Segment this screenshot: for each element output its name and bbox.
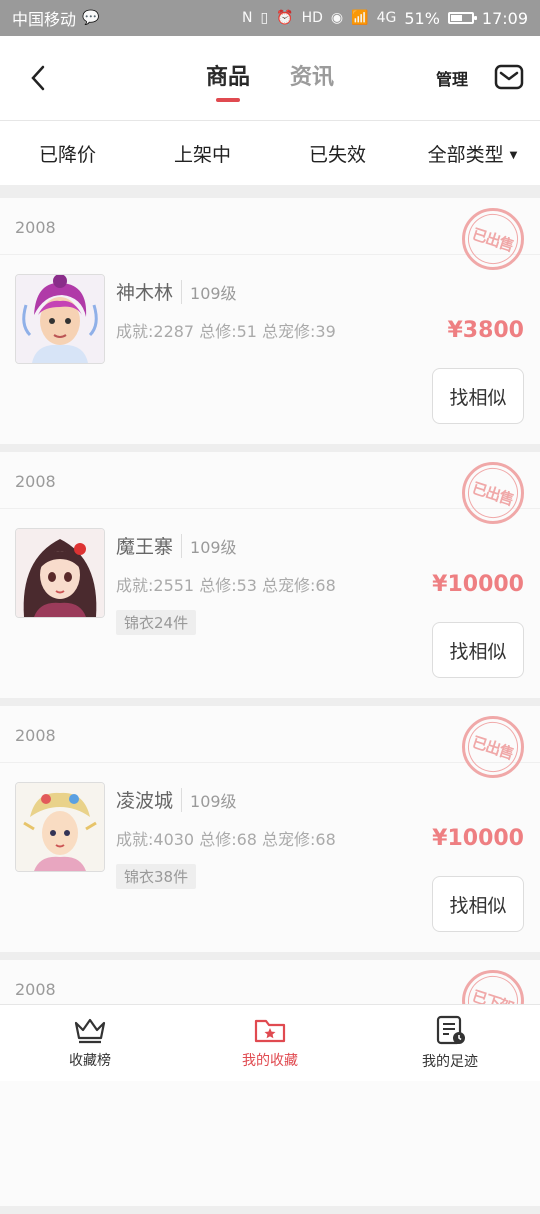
bottom-nav-my-favorites[interactable]: 我的收藏 [180,1005,360,1081]
top-nav-bar: 商品 资讯 管理 [0,36,540,121]
bottom-nav-my-history[interactable]: 我的足迹 [360,1005,540,1081]
card-header: 2008 已出售 [0,198,540,271]
folder-star-icon [254,1019,286,1043]
year-label: 2008 [15,472,56,491]
list-item[interactable]: 2008 已出售 魔王寨 109级 成就:2551 总修:53 总宠修:68 锦… [0,452,540,698]
message-button[interactable] [494,64,524,90]
filter-expired[interactable]: 已失效 [270,140,405,167]
network-type-label: 4G [376,10,397,26]
year-label: 2008 [15,980,56,999]
server-name: 神木林 [116,282,174,304]
eye-icon: ◉ [330,10,344,26]
server-name: 凌波城 [116,790,174,812]
caret-down-icon: ▼ [509,149,518,161]
name-row: 凌波城 109级 [116,786,237,813]
outfit-count-badge: 锦衣24件 [116,610,197,635]
status-right: N ▯ ⏰ HD ◉ 📶 4G 51% 17:09 [242,9,528,28]
filter-all-types[interactable]: 全部类型 ▼ [405,140,540,167]
sold-stamp: 已出售 [461,715,525,779]
list-item[interactable]: 2008 已下架 [0,960,540,1206]
filter-on-sale[interactable]: 上架中 [135,140,270,167]
vibrate-icon: ▯ [260,10,269,26]
clock: 17:09 [481,8,528,28]
stats-text: 成就:4030 总修:68 总宠修:68 [116,830,336,849]
wechat-icon: 💬 [82,10,100,26]
find-similar-button[interactable]: 找相似 [432,368,524,424]
stamp-text: 已出售 [461,715,525,779]
character-portrait-icon [16,783,104,871]
list-item[interactable]: 2008 已出售 神木林 109级 成就:2287 总修:51 总宠修:39 ¥… [0,198,540,444]
price-label: ¥10000 [432,826,524,851]
status-bar: 中国移动 💬 N ▯ ⏰ HD ◉ 📶 4G 51% 17:09 [0,0,540,36]
tab-news[interactable]: 资讯 [290,36,334,120]
alarm-icon: ⏰ [276,10,294,26]
filter-bar: 已降价 上架中 已失效 全部类型 ▼ [0,121,540,185]
character-avatar[interactable] [15,274,105,364]
outfit-count-badge: 锦衣38件 [116,864,197,889]
history-icon [436,1015,465,1045]
bottom-nav: 收藏榜 我的收藏 我的足迹 [0,1004,540,1081]
stats-text: 成就:2287 总修:51 总宠修:39 [116,322,336,341]
stats-text: 成就:2551 总修:53 总宠修:68 [116,576,336,595]
carrier-label: 中国移动 [12,10,77,29]
year-label: 2008 [15,726,56,745]
filter-all-types-label: 全部类型 [427,143,504,166]
wifi-icon: 📶 [351,10,369,26]
character-portrait-icon [16,275,104,363]
year-label: 2008 [15,218,56,237]
level-label: 109级 [181,787,237,812]
sold-stamp: 已出售 [461,207,525,271]
list-item[interactable]: 2008 已出售 凌波城 109级 成就:4030 总修:68 总宠修:68 锦… [0,706,540,952]
level-label: 109级 [181,533,237,558]
crown-icon [74,1018,106,1044]
mail-icon [494,64,524,90]
filter-price-dropped[interactable]: 已降价 [0,140,135,167]
character-avatar[interactable] [15,528,105,618]
tab-goods[interactable]: 商品 [206,36,250,120]
level-label: 109级 [181,279,237,304]
server-name: 魔王寨 [116,536,174,558]
battery-percent: 51% [404,8,440,28]
sold-stamp: 已出售 [461,461,525,525]
stamp-text: 已出售 [461,207,525,271]
bottom-nav-label: 我的收藏 [242,1053,298,1069]
manage-button[interactable]: 管理 [436,66,468,90]
battery-icon [447,12,477,24]
bottom-nav-label: 我的足迹 [422,1054,478,1070]
price-label: ¥3800 [447,318,524,343]
name-row: 神木林 109级 [116,278,237,305]
nfc-icon: N [241,10,253,26]
status-left: 中国移动 💬 [12,6,99,30]
card-header: 2008 已出售 [0,452,540,525]
hd-icon: HD [301,10,323,26]
character-portrait-icon [16,529,104,617]
stamp-text: 已出售 [461,461,525,525]
card-header: 2008 已出售 [0,706,540,779]
find-similar-button[interactable]: 找相似 [432,876,524,932]
name-row: 魔王寨 109级 [116,532,237,559]
bottom-nav-label: 收藏榜 [69,1053,111,1069]
price-label: ¥10000 [432,572,524,597]
find-similar-button[interactable]: 找相似 [432,622,524,678]
character-avatar[interactable] [15,782,105,872]
bottom-nav-leaderboard[interactable]: 收藏榜 [0,1005,180,1081]
